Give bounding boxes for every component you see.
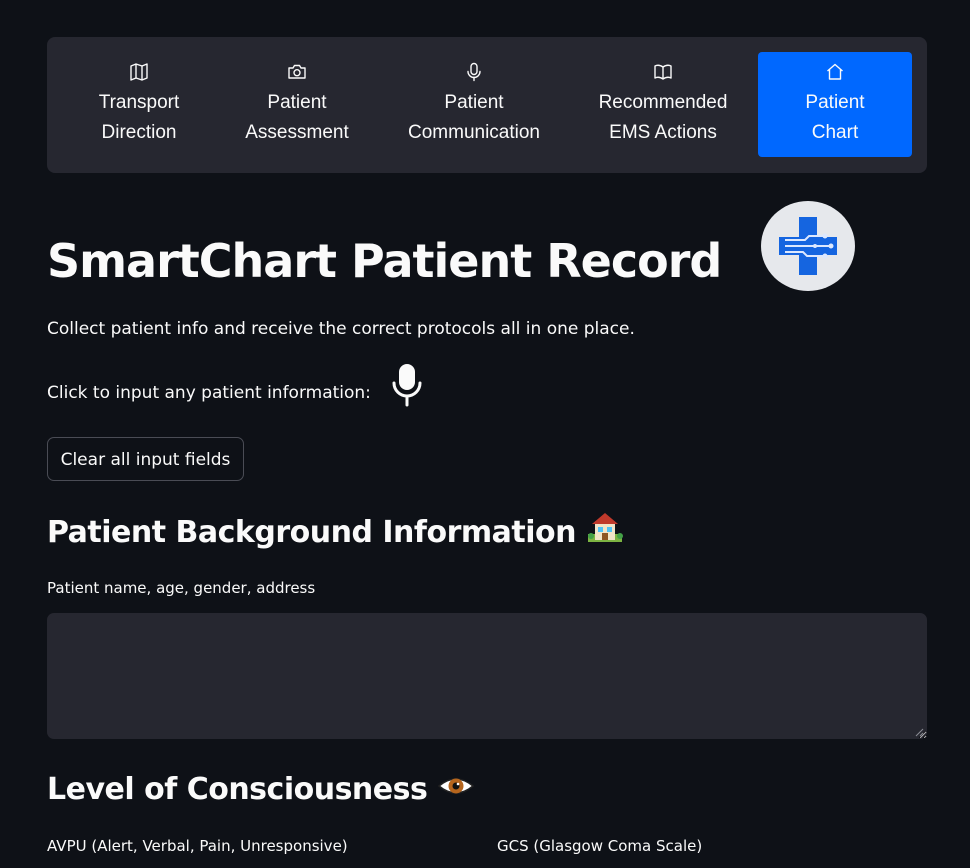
book-icon <box>653 62 673 82</box>
top-nav-bar: Transport Direction Patient Assessment P… <box>47 37 927 173</box>
textarea-resize-handle-icon[interactable] <box>914 727 924 737</box>
gcs-field-label: GCS (Glasgow Coma Scale) <box>497 837 703 855</box>
voice-input-prompt: Click to input any patient information: <box>47 383 371 403</box>
nav-label-patient-chart: Patient Chart <box>805 92 865 143</box>
house-with-garden-icon <box>586 510 624 557</box>
avpu-field-label: AVPU (Alert, Verbal, Pain, Unresponsive) <box>47 837 348 855</box>
background-field-label: Patient name, age, gender, address <box>47 579 316 597</box>
camera-icon <box>287 62 307 82</box>
nav-label-recommended-ems-actions: Recommended EMS Actions <box>598 92 728 143</box>
nav-label-patient-communication: Patient Communication <box>408 92 540 143</box>
page-subtitle: Collect patient info and receive the cor… <box>47 319 635 339</box>
microphone-icon <box>464 62 484 82</box>
section-heading-consciousness: Level of Consciousness <box>47 768 475 813</box>
nav-item-recommended-ems-actions[interactable]: Recommended EMS Actions <box>577 52 749 157</box>
nav-label-patient-assessment: Patient Assessment <box>245 92 349 143</box>
nav-label-transport-direction: Transport Direction <box>98 92 180 143</box>
nav-item-patient-chart[interactable]: Patient Chart <box>758 52 912 157</box>
medical-cross-circuit-icon <box>761 201 855 291</box>
section-heading-background-text: Patient Background Information <box>47 515 576 550</box>
section-heading-consciousness-text: Level of Consciousness <box>47 772 428 807</box>
page-title: SmartChart Patient Record <box>47 234 722 288</box>
nav-item-transport-direction[interactable]: Transport Direction <box>62 52 216 157</box>
clear-all-fields-button[interactable]: Clear all input fields <box>47 437 244 481</box>
voice-input-microphone-icon[interactable] <box>390 362 424 408</box>
house-icon <box>825 62 845 82</box>
eye-icon <box>437 769 475 813</box>
nav-item-patient-assessment[interactable]: Patient Assessment <box>222 52 372 157</box>
background-info-textarea[interactable] <box>47 613 927 739</box>
section-heading-background: Patient Background Information <box>47 510 624 557</box>
map-icon <box>129 62 149 82</box>
nav-item-patient-communication[interactable]: Patient Communication <box>387 52 561 157</box>
